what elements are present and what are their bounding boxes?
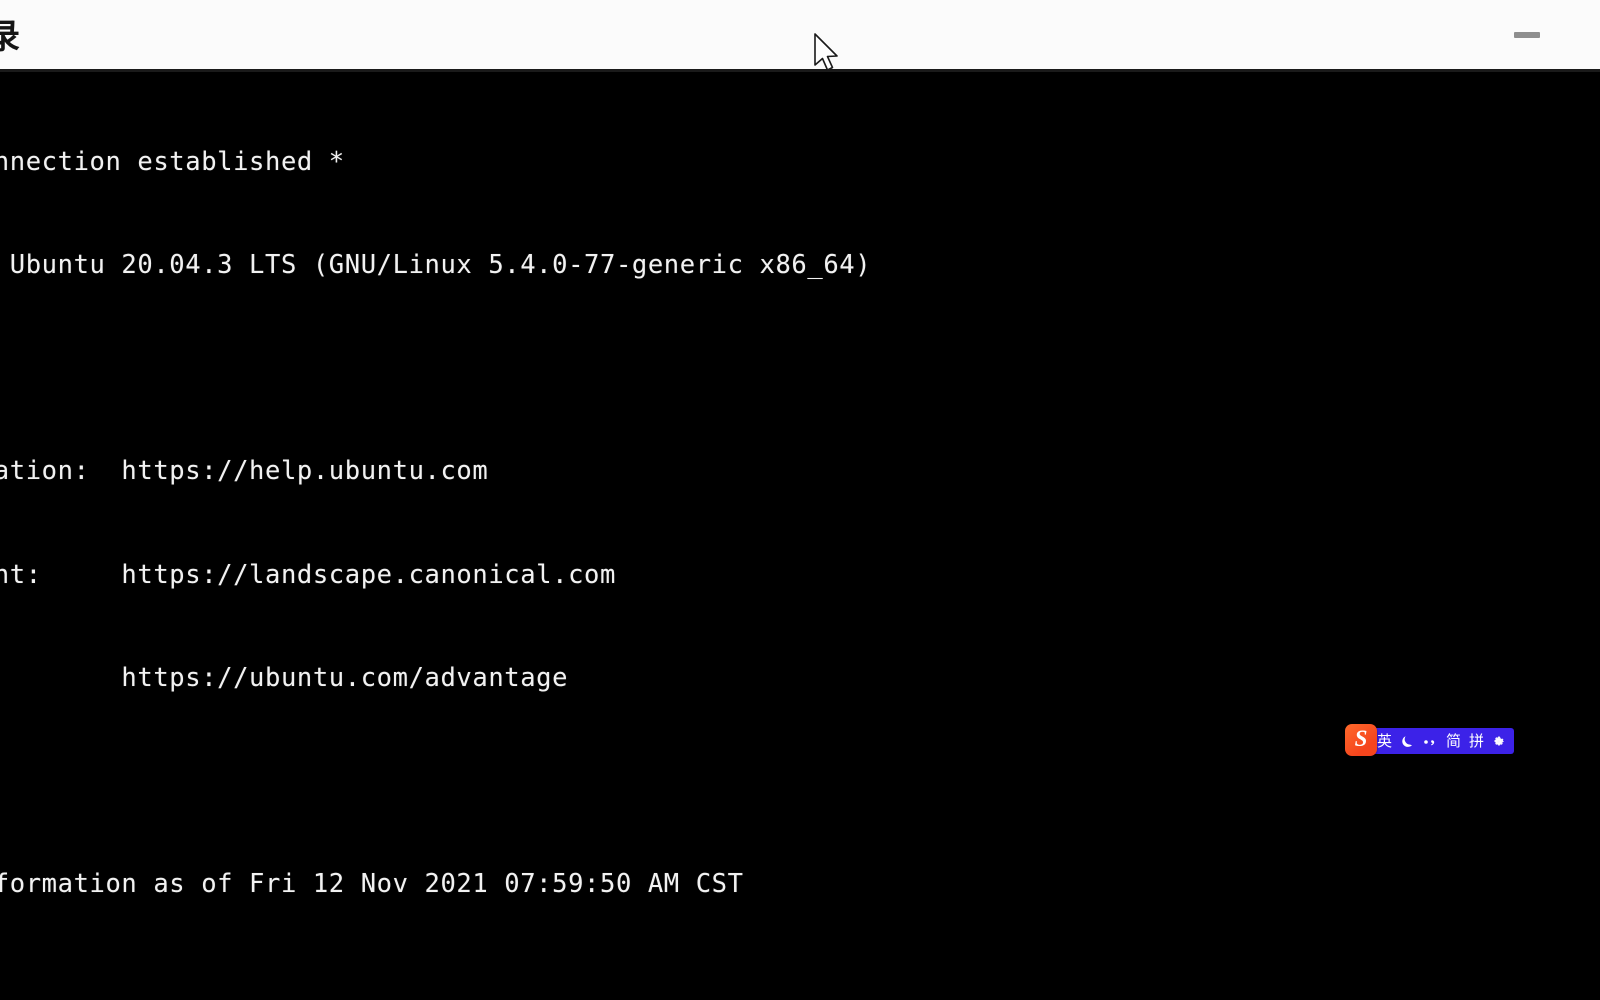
terminal-output: t connection established * to Ubuntu 20.… — [0, 76, 1600, 1000]
gear-icon[interactable] — [1488, 734, 1509, 749]
minimize-icon — [1514, 32, 1540, 38]
terminal-line: mentation: https://help.ubuntu.com — [0, 456, 489, 487]
ime-toolbar[interactable]: S 英 简 拼 — [1345, 724, 1515, 756]
terminal-line: t connection established * — [0, 146, 345, 177]
ime-pinyin-button[interactable]: 拼 — [1465, 728, 1488, 754]
terminal-line: ort: https://ubuntu.com/advantage — [121, 662, 569, 693]
sogou-logo-icon[interactable]: S — [1345, 724, 1377, 756]
terminal-line: gement: https://landscape.canonical.com — [0, 559, 616, 590]
minimize-button[interactable] — [1512, 22, 1542, 50]
window-title-bar: 录 — [0, 0, 1600, 72]
ime-simplified-button[interactable]: 简 — [1442, 728, 1465, 754]
terminal-line: to Ubuntu 20.04.3 LTS (GNU/Linux 5.4.0-7… — [0, 250, 872, 281]
terminal-panel[interactable]: t connection established * to Ubuntu 20.… — [0, 72, 1600, 1000]
terminal-line: m information as of Fri 12 Nov 2021 07:5… — [0, 869, 744, 900]
page-title: 录 — [0, 17, 20, 57]
sogou-logo-text: S — [1354, 726, 1368, 751]
remote-desktop-window: 录 t connection established * to Ubuntu 2… — [0, 0, 1600, 1000]
punctuation-icon[interactable] — [1418, 733, 1442, 749]
moon-icon[interactable] — [1396, 733, 1418, 749]
